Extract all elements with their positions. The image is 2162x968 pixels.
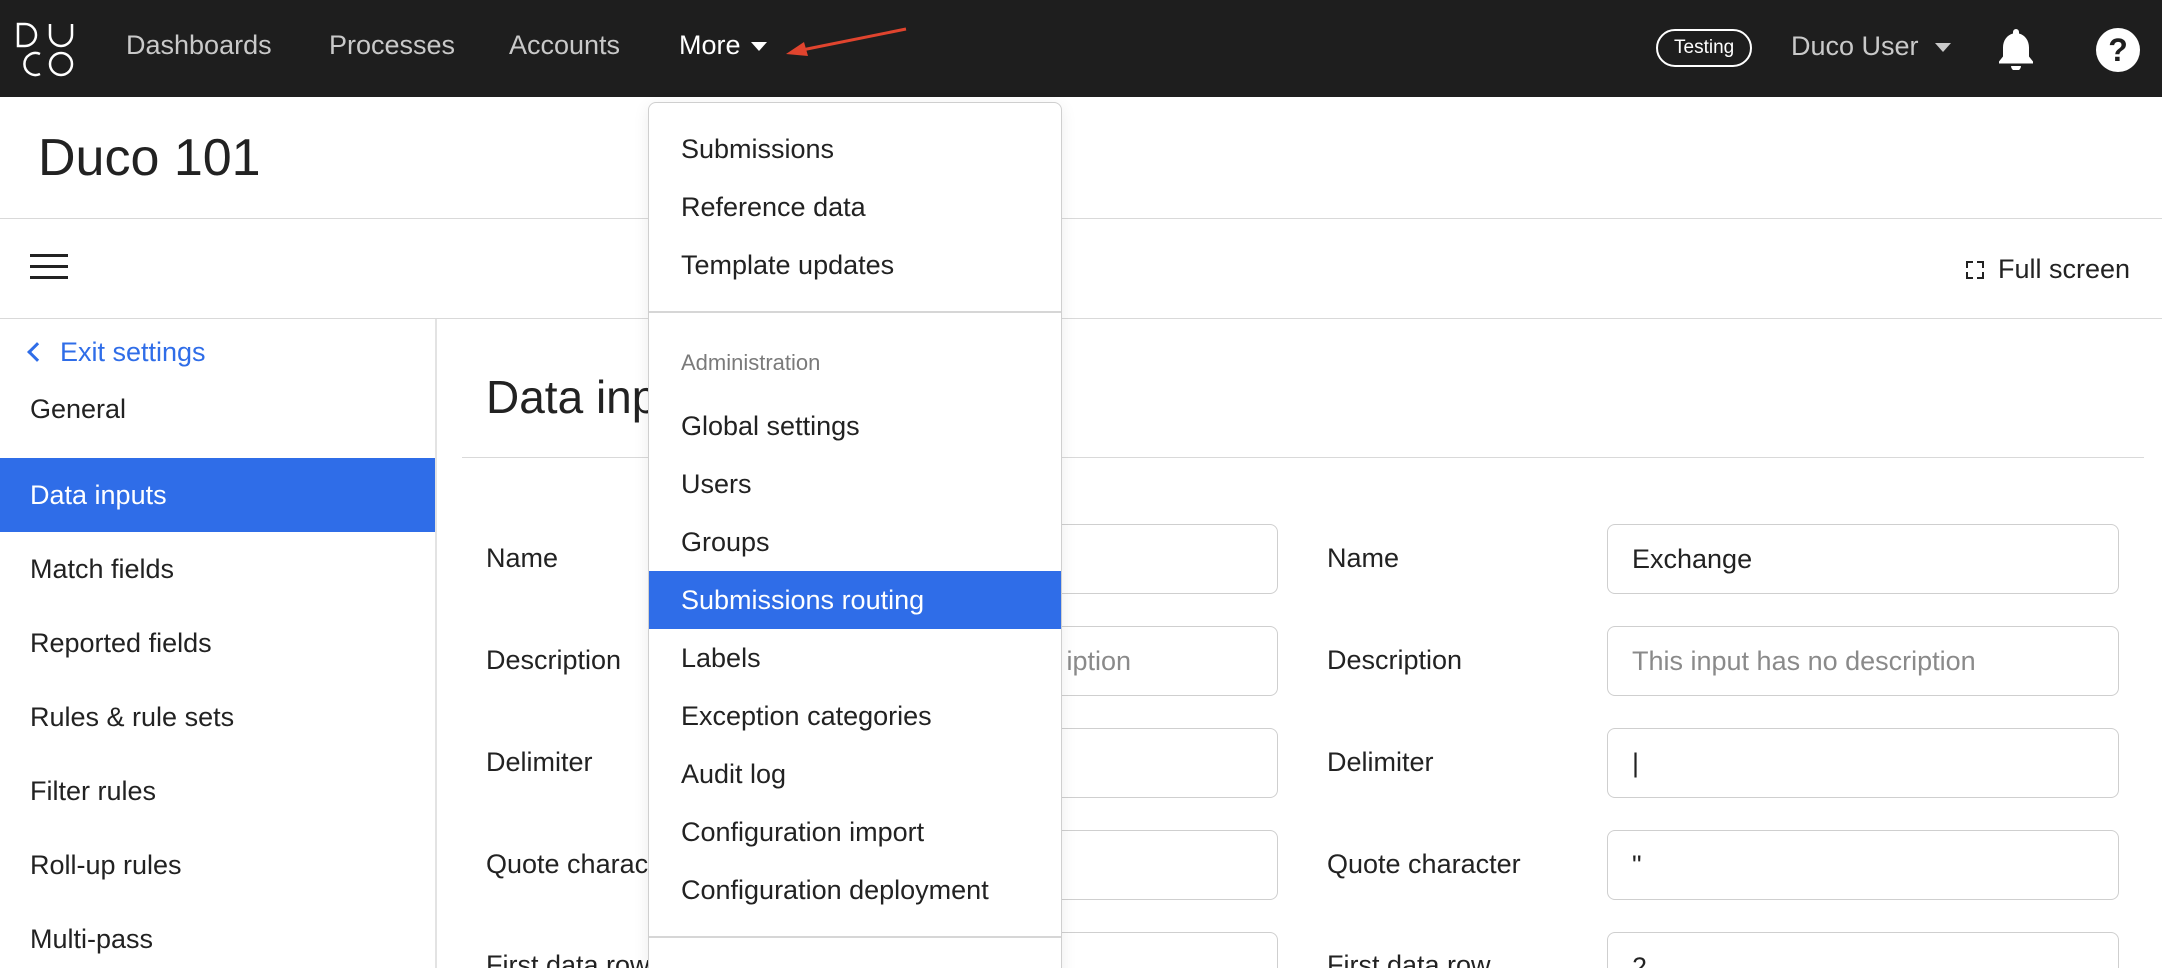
left-first-data-row-label: First data row [486,950,650,968]
left-quote-character-label: Quote charact [486,849,656,879]
user-menu[interactable]: Duco User [1791,31,1951,62]
nav-more-label: More [679,30,741,60]
menu-item-configuration-deployment[interactable]: Configuration deployment [649,861,1061,919]
exit-settings-link[interactable]: Exit settings [27,337,206,368]
settings-sidebar: Exit settings General Data inputs Match … [0,319,437,968]
section-title: Data inp [486,371,658,423]
fullscreen-icon [1966,261,1984,279]
menu-item-template-updates[interactable]: Template updates [649,236,1061,294]
nav-accounts[interactable]: Accounts [509,30,620,61]
menu-header-administration: Administration [681,350,821,375]
menu-item-reference-data[interactable]: Reference data [649,178,1061,236]
menu-divider [649,936,1061,938]
chevron-left-icon [27,342,47,362]
right-first-data-row-label: First data row [1327,950,1491,968]
fullscreen-label: Full screen [1998,254,2131,284]
right-delimiter-input[interactable]: | [1607,728,2119,798]
menu-item-submissions-routing[interactable]: Submissions routing [649,571,1061,629]
menu-item-groups[interactable]: Groups [649,513,1061,571]
divider [0,218,2162,219]
sidebar-item-reported-fields[interactable]: Reported fields [0,606,435,680]
annotation-arrow-icon [786,27,907,56]
right-quote-character-input[interactable]: " [1607,830,2119,900]
nav-processes[interactable]: Processes [329,30,455,61]
nav-dashboards[interactable]: Dashboards [126,30,272,61]
sidebar-item-data-inputs[interactable]: Data inputs [0,458,435,532]
right-delimiter-label: Delimiter [1327,747,1434,777]
sidebar-item-match-fields[interactable]: Match fields [0,532,435,606]
page-title: Duco 101 [38,129,261,187]
menu-item-global-settings[interactable]: Global settings [649,397,1061,455]
user-name: Duco User [1791,31,1919,61]
left-name-label: Name [486,543,559,573]
menu-item-users[interactable]: Users [649,455,1061,513]
menu-item-labels[interactable]: Labels [649,629,1061,687]
sidebar-item-multi-pass[interactable]: Multi-pass [0,902,435,968]
left-description-label: Description [486,645,622,675]
menu-divider [649,311,1061,313]
menu-item-audit-log[interactable]: Audit log [649,745,1061,803]
right-name-label: Name [1327,543,1400,573]
environment-badge: Testing [1656,29,1753,67]
caret-down-icon [750,42,767,52]
right-name-input[interactable]: Exchange [1607,524,2119,594]
exit-settings-label: Exit settings [60,337,206,367]
caret-down-icon [1934,43,1951,53]
menu-item-exception-categories[interactable]: Exception categories [649,687,1061,745]
right-description-input[interactable]: This input has no description [1607,626,2119,696]
sidebar-item-general[interactable]: General [0,372,435,446]
sidebar-item-rules-rule-sets[interactable]: Rules & rule sets [0,680,435,754]
fullscreen-button[interactable]: Full screen [1966,254,2130,285]
left-description-placeholder: iption [1066,646,1131,676]
bell-icon[interactable] [1996,26,2036,70]
sidebar-item-roll-up-rules[interactable]: Roll-up rules [0,828,435,902]
menu-item-submissions[interactable]: Submissions [649,120,1061,178]
help-icon[interactable]: ? [2096,28,2140,72]
more-dropdown-menu: Submissions Reference data Template upda… [648,102,1062,968]
left-delimiter-label: Delimiter [486,747,593,777]
sidebar-item-filter-rules[interactable]: Filter rules [0,754,435,828]
nav-more[interactable]: More [679,30,767,61]
menu-item-configuration-import[interactable]: Configuration import [649,803,1061,861]
duco-logo-icon[interactable] [16,20,78,78]
right-quote-character-label: Quote character [1327,849,1521,879]
hamburger-menu-icon[interactable] [30,254,68,282]
right-description-label: Description [1327,645,1463,675]
top-navigation-bar: Dashboards Processes Accounts More Testi… [0,0,2162,97]
right-first-data-row-input[interactable]: 2 [1607,932,2119,968]
